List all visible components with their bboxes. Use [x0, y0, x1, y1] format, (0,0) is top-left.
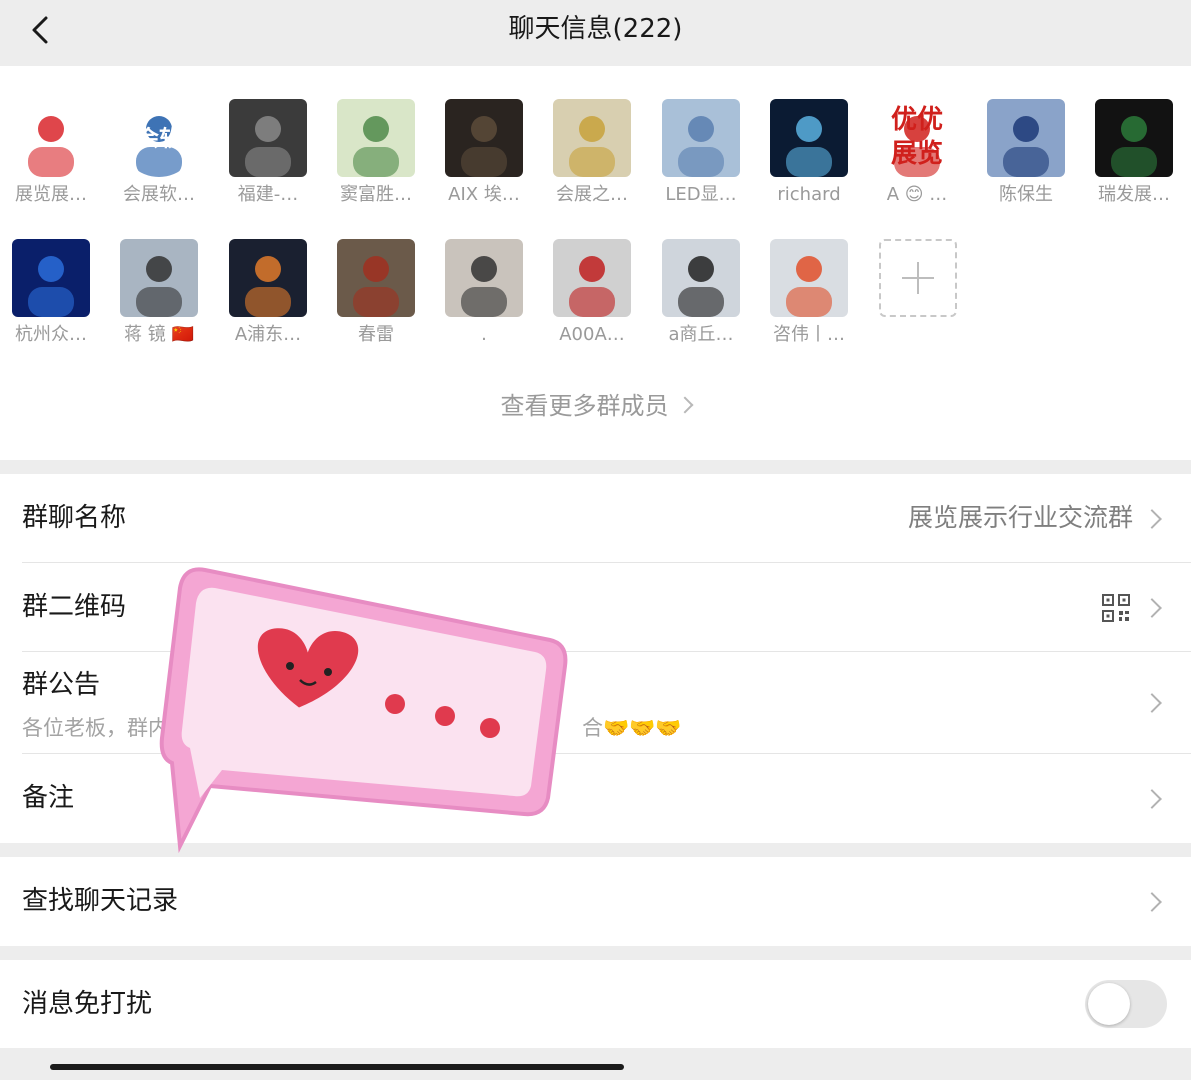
- member-name: 窦富胜…: [340, 184, 412, 205]
- avatar: [662, 99, 740, 177]
- avatar: [337, 99, 415, 177]
- member-item[interactable]: 陈保生: [978, 99, 1074, 207]
- member-item[interactable]: A00A…: [544, 239, 640, 347]
- member-item[interactable]: 展览展…: [3, 99, 99, 207]
- chevron-right-icon: [676, 396, 693, 414]
- member-item[interactable]: richard: [761, 99, 857, 207]
- member-item[interactable]: A浦东…: [220, 239, 316, 347]
- avatar-badge-text: 优优展览: [890, 105, 943, 169]
- qr-code-icon: [1102, 594, 1130, 622]
- avatar: [553, 239, 631, 317]
- member-name: 咨伟丨…: [773, 324, 845, 345]
- avatar: [662, 239, 740, 317]
- mute-label: 消息免打扰: [22, 989, 153, 1019]
- heart-speech-bubble-sticker: [159, 567, 568, 854]
- avatar: [445, 99, 523, 177]
- avatar: [12, 99, 90, 177]
- member-name: 展览展…: [15, 184, 87, 205]
- member-item[interactable]: 春雷: [328, 239, 424, 347]
- member-item[interactable]: 杭州众…: [3, 239, 99, 347]
- chevron-right-icon: [1142, 598, 1162, 618]
- avatar-badge-text: 会软: [136, 127, 181, 152]
- avatar: [770, 239, 848, 317]
- group-name-value: 展览展示行业交流群: [907, 503, 1133, 532]
- home-indicator: [50, 1064, 624, 1070]
- mute-toggle[interactable]: [1085, 980, 1167, 1028]
- member-item[interactable]: LED显…: [653, 99, 749, 207]
- member-name: .: [481, 324, 487, 345]
- member-name: 会展软…: [123, 184, 195, 205]
- mute-row: 消息免打扰: [22, 960, 1191, 1049]
- member-name: 陈保生: [999, 184, 1053, 205]
- member-name: richard: [777, 184, 841, 205]
- member-name: LED显…: [665, 184, 737, 205]
- avatar: [445, 239, 523, 317]
- remark-label: 备注: [22, 783, 75, 813]
- top-bar: 聊天信息(222): [0, 0, 1191, 66]
- member-name: A00A…: [559, 324, 625, 345]
- search-history-label: 查找聊天记录: [22, 886, 179, 916]
- toggle-knob: [1088, 983, 1130, 1025]
- member-name: 蒋 镜 🇨🇳: [124, 324, 194, 345]
- settings-group-3: 消息免打扰: [0, 960, 1191, 1048]
- member-name: 会展之…: [556, 184, 628, 205]
- avatar: [337, 239, 415, 317]
- announcement-label: 群公告: [22, 670, 101, 700]
- avatar: [553, 99, 631, 177]
- chevron-right-icon: [1142, 509, 1162, 529]
- chevron-right-icon: [1142, 892, 1162, 912]
- chevron-right-icon: [1142, 789, 1162, 809]
- avatar: [229, 99, 307, 177]
- member-grid: 展览展… 会软会展软… 福建-… 窦富胜… AIX 埃… 会展之… LED显… richard…: [0, 66, 1191, 460]
- member-name: 瑞发展…: [1098, 184, 1170, 205]
- member-item[interactable]: .: [436, 239, 532, 347]
- member-item[interactable]: 会软会展软…: [111, 99, 207, 207]
- avatar: 优优展览: [878, 99, 956, 177]
- member-item[interactable]: 窦富胜…: [328, 99, 424, 207]
- member-item[interactable]: 会展之…: [544, 99, 640, 207]
- avatar: [987, 99, 1065, 177]
- search-history-row[interactable]: 查找聊天记录: [22, 857, 1191, 946]
- add-member-button[interactable]: [879, 239, 957, 317]
- avatar: [120, 239, 198, 317]
- settings-group-2: 查找聊天记录: [0, 857, 1191, 946]
- member-item[interactable]: 福建-…: [220, 99, 316, 207]
- member-item[interactable]: AIX 埃…: [436, 99, 532, 207]
- member-name: A浦东…: [234, 324, 302, 345]
- member-name: AIX 埃…: [448, 184, 520, 205]
- member-item[interactable]: 优优展览 A 😊 …: [869, 99, 965, 207]
- member-name: 福建-…: [237, 184, 299, 205]
- avatar: [229, 239, 307, 317]
- more-members-link[interactable]: 查看更多群成员: [0, 386, 1191, 421]
- group-name-label: 群聊名称: [22, 503, 127, 533]
- member-item[interactable]: 瑞发展…: [1086, 99, 1182, 207]
- avatar: 会软: [120, 99, 198, 177]
- avatar: [1095, 99, 1173, 177]
- member-name: 杭州众…: [15, 324, 87, 345]
- page-title: 聊天信息(222): [508, 14, 683, 44]
- more-members-label: 查看更多群成员: [500, 392, 669, 420]
- member-name: A 😊 …: [886, 184, 948, 205]
- avatar: [770, 99, 848, 177]
- member-item[interactable]: 咨伟丨…: [761, 239, 857, 347]
- member-name: 春雷: [358, 324, 394, 345]
- member-item[interactable]: a商丘…: [653, 239, 749, 347]
- chevron-right-icon: [1142, 693, 1162, 713]
- avatar: [12, 239, 90, 317]
- announcement-preview: 各位老板，群内: [22, 716, 169, 740]
- group-qr-label: 群二维码: [22, 592, 127, 622]
- member-item[interactable]: 蒋 镜 🇨🇳: [111, 239, 207, 347]
- member-name: a商丘…: [668, 324, 734, 345]
